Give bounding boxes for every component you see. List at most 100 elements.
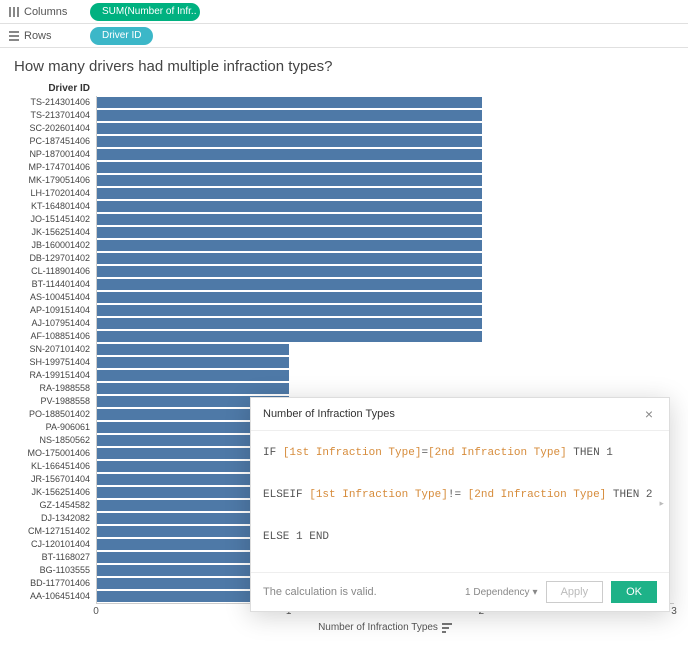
rows-icon: [8, 30, 20, 42]
bar[interactable]: [97, 110, 482, 121]
y-axis-tick-label: BG-1103555: [14, 564, 96, 577]
bar-row: [97, 109, 674, 122]
op-ne: !=: [448, 489, 461, 501]
y-axis-tick-label: NS-1850562: [14, 434, 96, 447]
y-axis-tick-label: NP-187001404: [14, 148, 96, 161]
bar[interactable]: [97, 305, 482, 316]
bar[interactable]: [97, 188, 482, 199]
field-ref: [1st Infraction Type]: [283, 447, 422, 459]
rows-shelf[interactable]: Rows Driver ID: [0, 24, 688, 48]
sort-descending-icon[interactable]: [442, 623, 452, 633]
bar-row: [97, 317, 674, 330]
bar-row: [97, 356, 674, 369]
bar[interactable]: [97, 201, 482, 212]
bar[interactable]: [97, 136, 482, 147]
kw-elseif: ELSEIF: [263, 489, 303, 501]
calc-line-1: IF [1st Infraction Type]=[2nd Infraction…: [263, 443, 657, 464]
y-axis-tick-label: SH-199751404: [14, 356, 96, 369]
expand-caret-icon[interactable]: ▸: [658, 494, 665, 515]
columns-pill-text: SUM(Number of Infr..: [102, 6, 196, 17]
literal: 1: [296, 531, 303, 543]
y-axis-header: Driver ID: [14, 83, 96, 94]
x-axis-label: Number of Infraction Types: [318, 622, 438, 633]
y-axis-tick-label: PO-188501402: [14, 408, 96, 421]
bar[interactable]: [97, 253, 482, 264]
y-axis-tick-label: BT-114401404: [14, 278, 96, 291]
bar-row: [97, 304, 674, 317]
calc-editor-header: Number of Infraction Types ×: [251, 398, 669, 431]
y-axis-tick-label: AP-109151404: [14, 304, 96, 317]
kw-if: IF: [263, 447, 276, 459]
bar[interactable]: [97, 344, 289, 355]
close-icon: ×: [645, 406, 653, 422]
field-ref: [2nd Infraction Type]: [468, 489, 607, 501]
y-axis-tick-label: SN-207101402: [14, 343, 96, 356]
columns-shelf-label: Columns: [24, 6, 84, 18]
bar-row: [97, 174, 674, 187]
columns-icon: [8, 6, 20, 18]
bar[interactable]: [97, 214, 482, 225]
bar[interactable]: [97, 240, 482, 251]
field-ref: [2nd Infraction Type]: [428, 447, 567, 459]
dependencies-label: 1 Dependency: [465, 587, 530, 598]
bar[interactable]: [97, 279, 482, 290]
bar[interactable]: [97, 292, 482, 303]
literal: 2: [646, 489, 653, 501]
columns-shelf[interactable]: Columns SUM(Number of Infr..: [0, 0, 688, 24]
kw-else: ELSE: [263, 531, 289, 543]
calc-footer-actions: 1 Dependency ▾ Apply OK: [465, 581, 657, 603]
close-button[interactable]: ×: [641, 406, 657, 422]
bar-row: [97, 200, 674, 213]
dependencies-dropdown[interactable]: 1 Dependency ▾: [465, 587, 538, 598]
y-axis-tick-label: JB-160001402: [14, 239, 96, 252]
y-axis-tick-label: RA-199151404: [14, 369, 96, 382]
columns-pill[interactable]: SUM(Number of Infr..: [90, 3, 200, 21]
bar[interactable]: [97, 227, 482, 238]
bar-row: [97, 96, 674, 109]
y-axis-tick-label: AA-106451404: [14, 590, 96, 603]
bar[interactable]: [97, 97, 482, 108]
bar[interactable]: [97, 318, 482, 329]
calc-editor-title[interactable]: Number of Infraction Types: [263, 408, 395, 420]
bar[interactable]: [97, 383, 289, 394]
kw-end: END: [309, 531, 329, 543]
calc-line-2: ELSEIF [1st Infraction Type]!= [2nd Infr…: [263, 485, 657, 506]
bar[interactable]: [97, 162, 482, 173]
y-axis-tick-label: AS-100451404: [14, 291, 96, 304]
bar-row: [97, 278, 674, 291]
apply-button[interactable]: Apply: [546, 581, 604, 603]
bar-row: [97, 265, 674, 278]
bar[interactable]: [97, 266, 482, 277]
bar[interactable]: [97, 175, 482, 186]
y-axis-tick-label: DJ-1342082: [14, 512, 96, 525]
y-axis-tick-label: CL-118901406: [14, 265, 96, 278]
y-axis-tick-label: AF-108851406: [14, 330, 96, 343]
y-axis-tick-label: JK-156251406: [14, 486, 96, 499]
calc-editor-footer: The calculation is valid. 1 Dependency ▾…: [251, 572, 669, 611]
y-axis-tick-label: BD-117701406: [14, 577, 96, 590]
bar[interactable]: [97, 123, 482, 134]
y-axis-tick-label: MO-175001406: [14, 447, 96, 460]
y-axis-tick-label: TS-213701404: [14, 109, 96, 122]
viz-title: How many drivers had multiple infraction…: [14, 58, 674, 75]
y-axis-tick-label: RA-1988558: [14, 382, 96, 395]
bar[interactable]: [97, 357, 289, 368]
bar-row: [97, 226, 674, 239]
y-axis-tick-label: JR-156701404: [14, 473, 96, 486]
x-axis-tick-label: 0: [93, 606, 99, 617]
rows-pill[interactable]: Driver ID: [90, 27, 153, 45]
bar-row: [97, 187, 674, 200]
y-axis-labels: TS-214301406TS-213701404SC-202601404PC-1…: [14, 96, 96, 604]
bar[interactable]: [97, 331, 482, 342]
bar[interactable]: [97, 149, 482, 160]
ok-button[interactable]: OK: [611, 581, 657, 603]
calc-editor-body[interactable]: IF [1st Infraction Type]=[2nd Infraction…: [251, 431, 669, 572]
y-axis-tick-label: MK-179051406: [14, 174, 96, 187]
bar[interactable]: [97, 370, 289, 381]
x-axis-tick-label: 3: [671, 606, 677, 617]
literal: 1: [606, 447, 613, 459]
calc-valid-message: The calculation is valid.: [263, 586, 377, 598]
y-axis-tick-label: PA-906061: [14, 421, 96, 434]
y-axis-tick-label: BT-1168027: [14, 551, 96, 564]
bar-row: [97, 330, 674, 343]
